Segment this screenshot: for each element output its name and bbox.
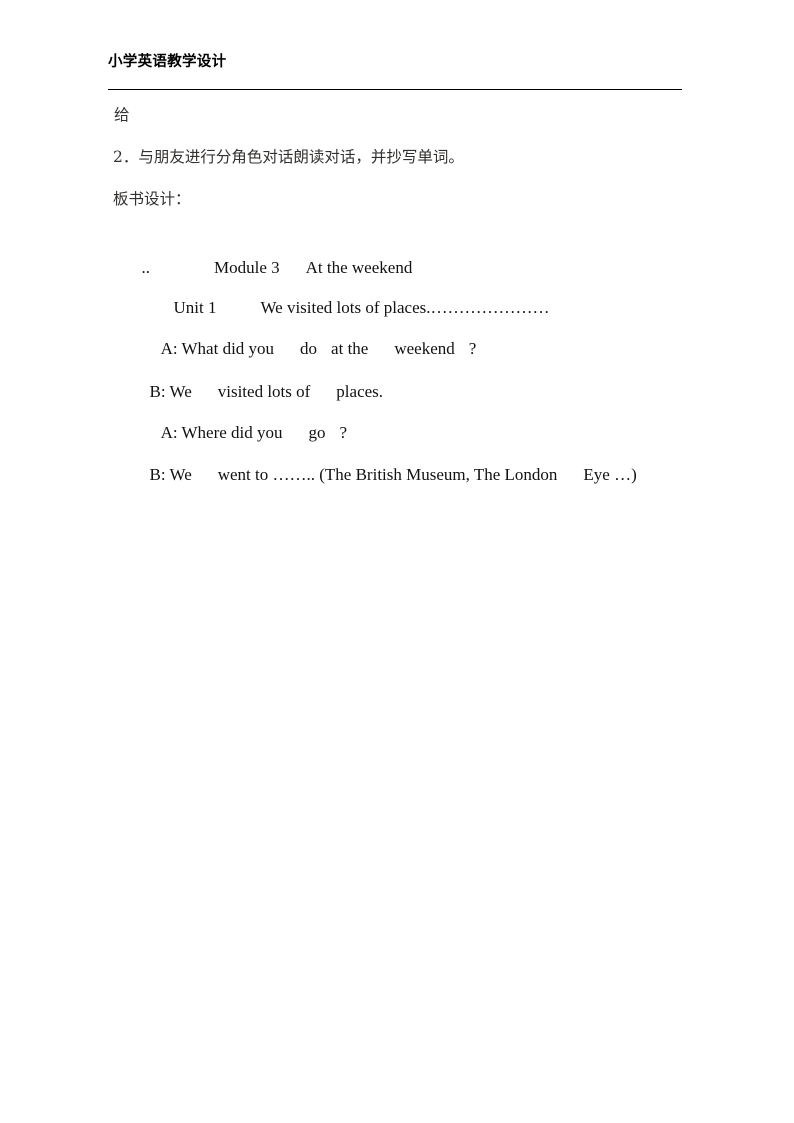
stray-character: 给	[114, 106, 130, 124]
list-item-2: 2．与朋友进行分角色对话朗读对话，并抄写单词。	[113, 148, 464, 166]
dialogue-line-b2: B: We went to …….. (The British Museum, T…	[124, 439, 637, 511]
page-title: 小学英语教学设计	[108, 54, 227, 70]
document-header: 小学英语教学设计	[108, 52, 682, 72]
dialogue-speaker: B: We	[149, 465, 192, 484]
dialogue-part2: went to …….. (The British Museum, The Lo…	[217, 465, 558, 484]
header-divider	[108, 89, 682, 90]
dialogue-part4: weekend	[394, 339, 455, 358]
document-page: 小学英语教学设计 给 2．与朋友进行分角色对话朗读对话，并抄写单词。 板书设计：…	[0, 0, 794, 1123]
dialogue-part5: ?	[468, 339, 477, 358]
dialogue-part3: Eye …)	[583, 465, 637, 484]
board-design-label: 板书设计：	[113, 190, 191, 208]
